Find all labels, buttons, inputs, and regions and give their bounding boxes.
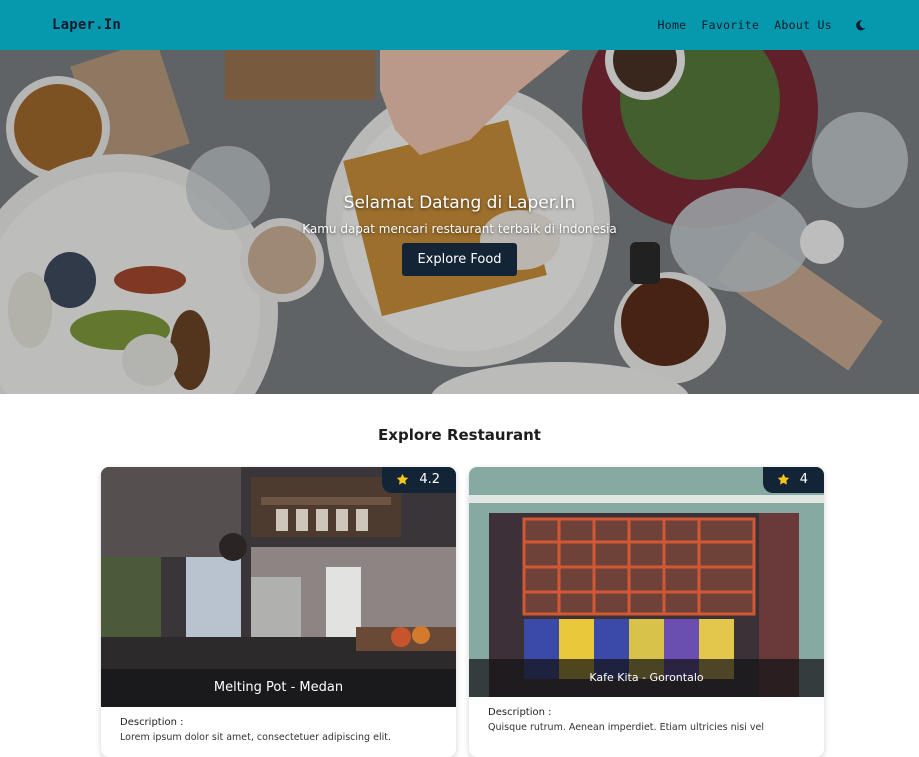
- hero-banner: Selamat Datang di Laper.In Kamu dapat me…: [0, 50, 919, 394]
- restaurant-image: 4 Kafe Kita - Gorontalo: [469, 467, 824, 697]
- restaurant-card[interactable]: 4.2 Melting Pot - Medan Description : Lo…: [101, 467, 456, 757]
- star-icon: [397, 473, 409, 485]
- description-text: Quisque rutrum. Aenean imperdiet. Etiam …: [488, 722, 765, 733]
- moon-icon[interactable]: [853, 18, 867, 32]
- rating-badge: 4.2: [382, 467, 456, 493]
- hero-content: Selamat Datang di Laper.In Kamu dapat me…: [0, 50, 919, 394]
- description-label: Description :: [488, 707, 552, 718]
- rating-badge: 4: [762, 467, 824, 493]
- nav-link-about-us[interactable]: About Us: [774, 18, 832, 32]
- description-label: Description :: [120, 717, 184, 728]
- restaurant-name[interactable]: Kafe Kita - Gorontalo: [469, 659, 824, 697]
- description-text: Lorem ipsum dolor sit amet, consectetuer…: [120, 732, 391, 743]
- card-body: Description : Quisque rutrum. Aenean imp…: [469, 697, 824, 744]
- nav-link-home[interactable]: Home: [658, 18, 687, 32]
- card-body: Description : Lorem ipsum dolor sit amet…: [101, 707, 456, 754]
- restaurant-image: 4.2 Melting Pot - Medan: [101, 467, 456, 707]
- brand-logo[interactable]: Laper.In: [52, 17, 121, 33]
- nav-link-favorite[interactable]: Favorite: [701, 18, 759, 32]
- rating-value: 4.2: [419, 472, 440, 487]
- restaurant-card[interactable]: 4 Kafe Kita - Gorontalo Description : Qu…: [469, 467, 824, 757]
- explore-food-button[interactable]: Explore Food: [402, 242, 517, 276]
- restaurant-name[interactable]: Melting Pot - Medan: [101, 669, 456, 707]
- section-title: Explore Restaurant: [378, 426, 541, 444]
- navbar: Laper.In Home Favorite About Us: [0, 0, 919, 50]
- star-icon: [777, 473, 789, 485]
- rating-value: 4: [799, 472, 808, 487]
- hero-subtitle: Kamu dapat mencari restaurant terbaik di…: [302, 221, 617, 236]
- hero-title: Selamat Datang di Laper.In: [343, 192, 576, 213]
- main-nav: Home Favorite About Us: [658, 18, 868, 32]
